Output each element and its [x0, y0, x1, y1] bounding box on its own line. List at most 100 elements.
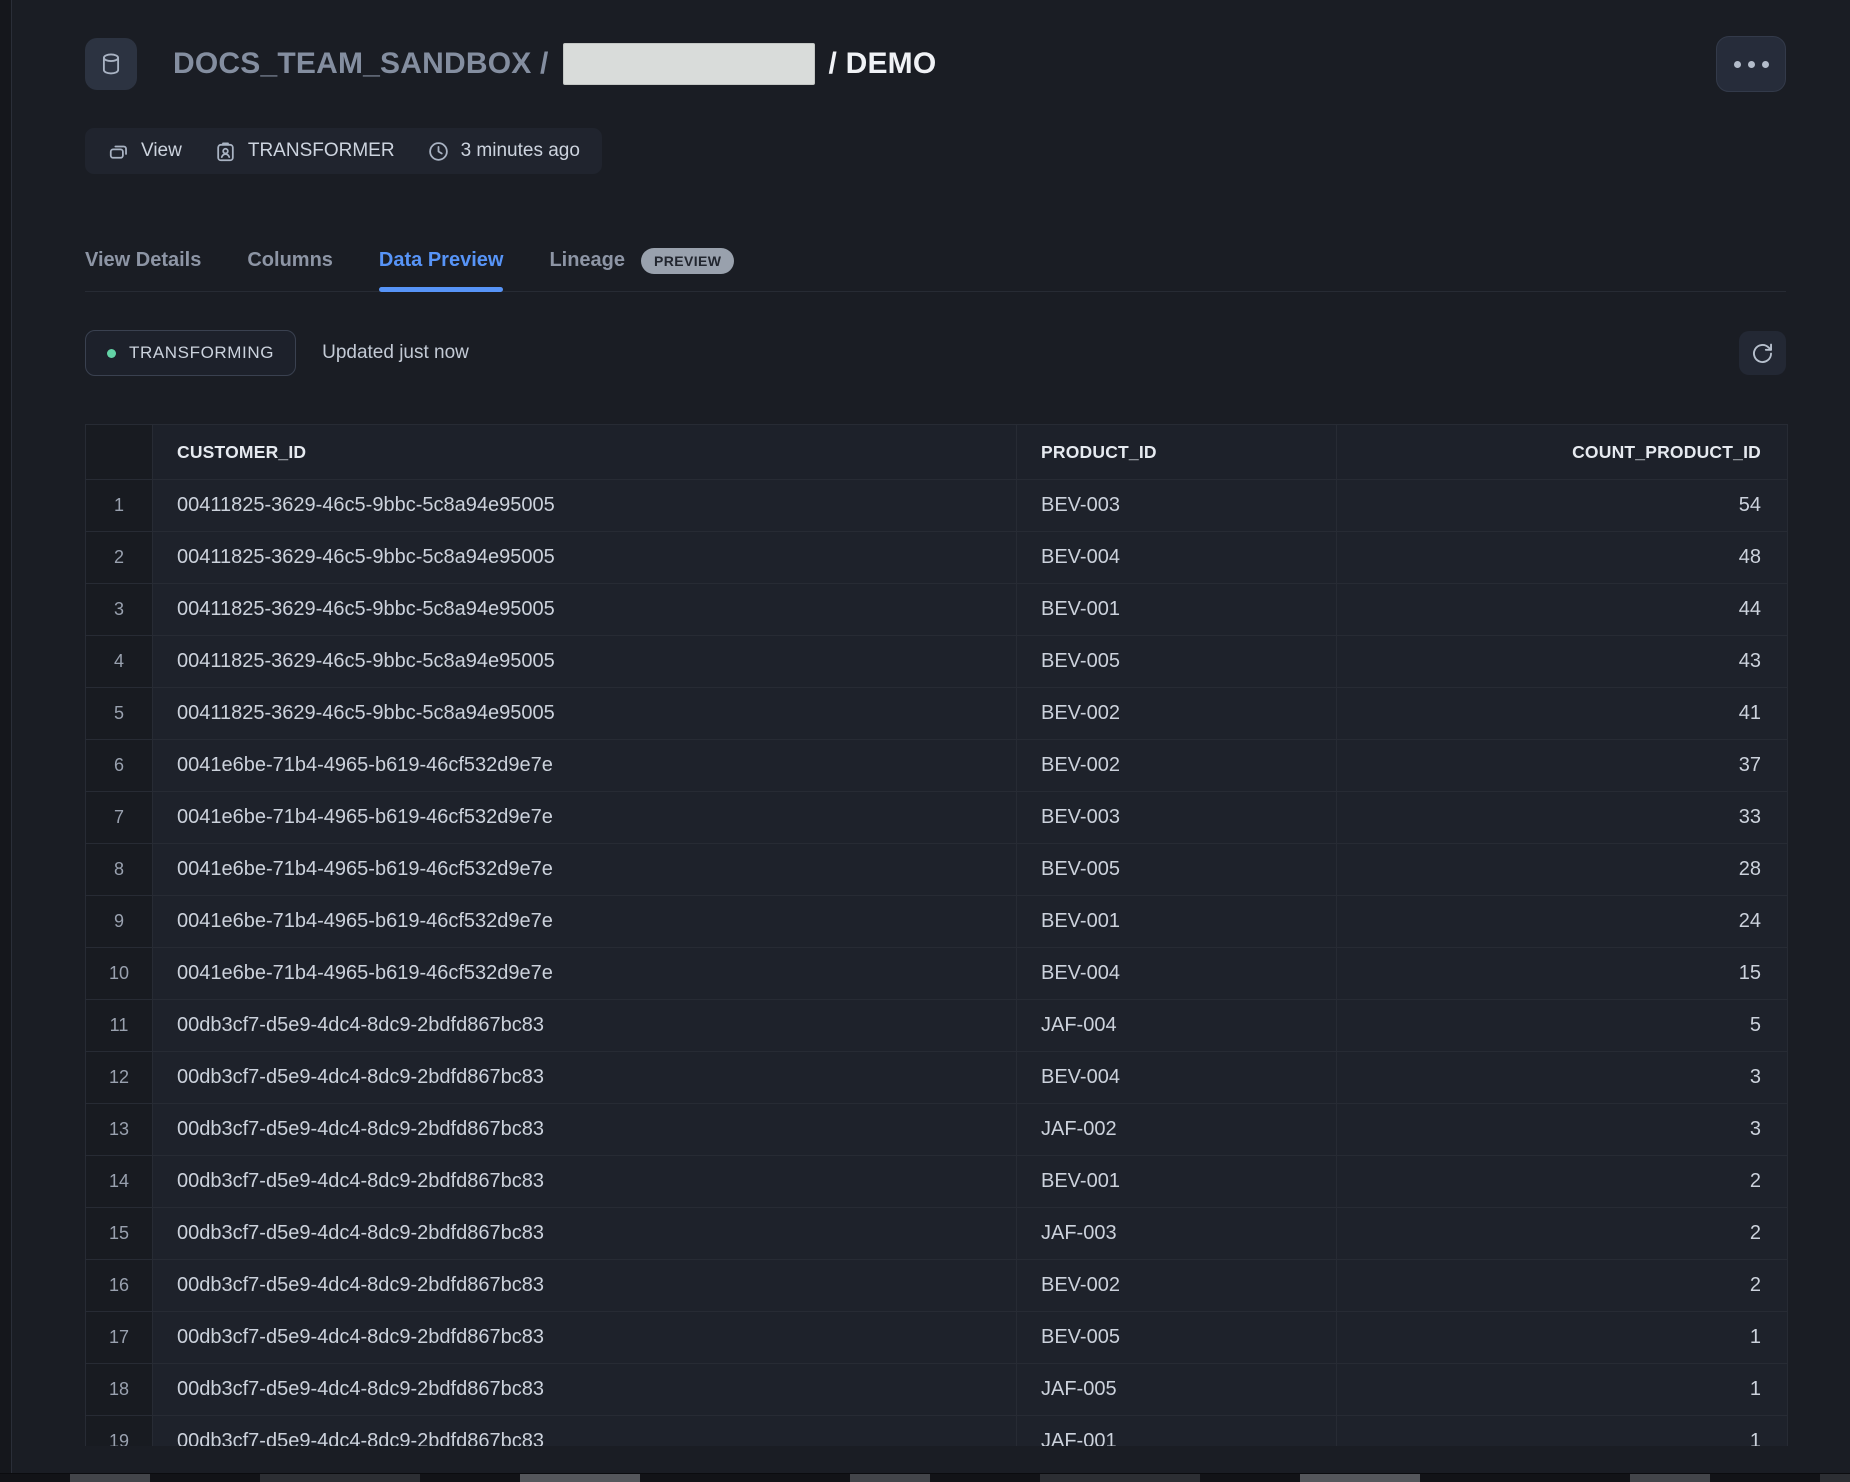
count-product-id-cell: 41: [1337, 688, 1787, 740]
table-row[interactable]: 16 00db3cf7-d5e9-4dc4-8dc9-2bdfd867bc83 …: [86, 1260, 1787, 1312]
row-number-cell: 1: [86, 480, 153, 532]
status-dot-icon: [107, 349, 116, 358]
lineage-preview-badge: PREVIEW: [641, 248, 734, 274]
product-id-cell: BEV-001: [1017, 1156, 1337, 1208]
table-row[interactable]: 9 0041e6be-71b4-4965-b619-46cf532d9e7e B…: [86, 896, 1787, 948]
database-icon: [97, 50, 125, 78]
product-id-cell: JAF-003: [1017, 1208, 1337, 1260]
count-product-id-cell: 2: [1337, 1156, 1787, 1208]
customer-id-cell: 00411825-3629-46c5-9bbc-5c8a94e95005: [153, 636, 1017, 688]
column-header-product-id[interactable]: PRODUCT_ID: [1017, 425, 1337, 480]
count-product-id-cell: 37: [1337, 740, 1787, 792]
column-header-count-product-id[interactable]: COUNT_PRODUCT_ID: [1337, 425, 1787, 480]
customer-id-cell: 0041e6be-71b4-4965-b619-46cf532d9e7e: [153, 740, 1017, 792]
count-product-id-cell: 1: [1337, 1416, 1787, 1446]
table-row[interactable]: 15 00db3cf7-d5e9-4dc4-8dc9-2bdfd867bc83 …: [86, 1208, 1787, 1260]
table-row[interactable]: 13 00db3cf7-d5e9-4dc4-8dc9-2bdfd867bc83 …: [86, 1104, 1787, 1156]
object-type-badge: View: [107, 140, 182, 163]
table-row[interactable]: 18 00db3cf7-d5e9-4dc4-8dc9-2bdfd867bc83 …: [86, 1364, 1787, 1416]
product-id-cell: JAF-004: [1017, 1000, 1337, 1052]
count-product-id-cell: 24: [1337, 896, 1787, 948]
count-product-id-cell: 28: [1337, 844, 1787, 896]
table-row[interactable]: 11 00db3cf7-d5e9-4dc4-8dc9-2bdfd867bc83 …: [86, 1000, 1787, 1052]
table-row[interactable]: 1 00411825-3629-46c5-9bbc-5c8a94e95005 B…: [86, 480, 1787, 532]
breadcrumb-prefix: DOCS_TEAM_SANDBOX /: [173, 47, 549, 81]
last-updated-badge: 3 minutes ago: [427, 140, 580, 163]
row-number-header: [86, 425, 153, 480]
customer-id-cell: 00db3cf7-d5e9-4dc4-8dc9-2bdfd867bc83: [153, 1260, 1017, 1312]
tab-data-preview[interactable]: Data Preview: [379, 230, 504, 291]
product-id-cell: JAF-002: [1017, 1104, 1337, 1156]
role-card-icon: [214, 140, 237, 163]
product-id-cell: BEV-002: [1017, 740, 1337, 792]
table-body: 1 00411825-3629-46c5-9bbc-5c8a94e95005 B…: [86, 480, 1787, 1446]
refresh-status-row: TRANSFORMING Updated just now: [85, 330, 1786, 376]
row-number-cell: 2: [86, 532, 153, 584]
ellipsis-icon: [1734, 61, 1741, 68]
customer-id-cell: 00db3cf7-d5e9-4dc4-8dc9-2bdfd867bc83: [153, 1416, 1017, 1446]
transforming-status-badge: TRANSFORMING: [85, 330, 296, 376]
breadcrumb: DOCS_TEAM_SANDBOX / / DEMO: [173, 43, 936, 85]
owner-role-label: TRANSFORMER: [248, 140, 395, 162]
count-product-id-cell: 2: [1337, 1208, 1787, 1260]
breadcrumb-object-name: / DEMO: [829, 47, 937, 81]
count-product-id-cell: 43: [1337, 636, 1787, 688]
table-row[interactable]: 10 0041e6be-71b4-4965-b619-46cf532d9e7e …: [86, 948, 1787, 1000]
row-number-cell: 18: [86, 1364, 153, 1416]
row-number-cell: 11: [86, 1000, 153, 1052]
row-number-cell: 10: [86, 948, 153, 1000]
table-row[interactable]: 19 00db3cf7-d5e9-4dc4-8dc9-2bdfd867bc83 …: [86, 1416, 1787, 1446]
column-header-customer-id[interactable]: CUSTOMER_ID: [153, 425, 1017, 480]
row-number-cell: 16: [86, 1260, 153, 1312]
row-number-cell: 3: [86, 584, 153, 636]
left-panel-edge: [0, 0, 12, 1482]
tab-view-details[interactable]: View Details: [85, 230, 201, 291]
count-product-id-cell: 3: [1337, 1104, 1787, 1156]
view-layers-icon: [107, 140, 130, 163]
customer-id-cell: 0041e6be-71b4-4965-b619-46cf532d9e7e: [153, 948, 1017, 1000]
row-number-cell: 7: [86, 792, 153, 844]
refresh-icon: [1750, 341, 1775, 366]
table-row[interactable]: 3 00411825-3629-46c5-9bbc-5c8a94e95005 B…: [86, 584, 1787, 636]
data-preview-grid: CUSTOMER_ID PRODUCT_ID COUNT_PRODUCT_ID …: [85, 424, 1788, 1446]
table-row[interactable]: 7 0041e6be-71b4-4965-b619-46cf532d9e7e B…: [86, 792, 1787, 844]
product-id-cell: BEV-004: [1017, 1052, 1337, 1104]
table-row[interactable]: 5 00411825-3629-46c5-9bbc-5c8a94e95005 B…: [86, 688, 1787, 740]
table-row[interactable]: 14 00db3cf7-d5e9-4dc4-8dc9-2bdfd867bc83 …: [86, 1156, 1787, 1208]
more-actions-button[interactable]: [1716, 36, 1786, 92]
product-id-cell: BEV-005: [1017, 636, 1337, 688]
tab-columns[interactable]: Columns: [247, 230, 333, 291]
table-row[interactable]: 17 00db3cf7-d5e9-4dc4-8dc9-2bdfd867bc83 …: [86, 1312, 1787, 1364]
count-product-id-cell: 2: [1337, 1260, 1787, 1312]
customer-id-cell: 00db3cf7-d5e9-4dc4-8dc9-2bdfd867bc83: [153, 1000, 1017, 1052]
count-product-id-cell: 15: [1337, 948, 1787, 1000]
table-row[interactable]: 4 00411825-3629-46c5-9bbc-5c8a94e95005 B…: [86, 636, 1787, 688]
table-row[interactable]: 8 0041e6be-71b4-4965-b619-46cf532d9e7e B…: [86, 844, 1787, 896]
horizontal-scrollbar[interactable]: [0, 1473, 1850, 1482]
last-updated-label: 3 minutes ago: [461, 140, 580, 162]
data-preview-page: DOCS_TEAM_SANDBOX / / DEMO View: [0, 0, 1850, 1482]
product-id-cell: JAF-005: [1017, 1364, 1337, 1416]
product-id-cell: BEV-003: [1017, 480, 1337, 532]
count-product-id-cell: 54: [1337, 480, 1787, 532]
row-number-cell: 12: [86, 1052, 153, 1104]
product-id-cell: BEV-005: [1017, 844, 1337, 896]
database-object-tile: [85, 38, 137, 90]
customer-id-cell: 00411825-3629-46c5-9bbc-5c8a94e95005: [153, 532, 1017, 584]
row-number-cell: 19: [86, 1416, 153, 1446]
customer-id-cell: 0041e6be-71b4-4965-b619-46cf532d9e7e: [153, 792, 1017, 844]
customer-id-cell: 0041e6be-71b4-4965-b619-46cf532d9e7e: [153, 896, 1017, 948]
customer-id-cell: 0041e6be-71b4-4965-b619-46cf532d9e7e: [153, 844, 1017, 896]
table-row[interactable]: 12 00db3cf7-d5e9-4dc4-8dc9-2bdfd867bc83 …: [86, 1052, 1787, 1104]
object-header: DOCS_TEAM_SANDBOX / / DEMO: [85, 36, 1786, 92]
tab-lineage[interactable]: Lineage PREVIEW: [549, 230, 734, 291]
refresh-button[interactable]: [1739, 331, 1786, 375]
row-number-cell: 14: [86, 1156, 153, 1208]
row-number-cell: 5: [86, 688, 153, 740]
table-row[interactable]: 6 0041e6be-71b4-4965-b619-46cf532d9e7e B…: [86, 740, 1787, 792]
row-number-cell: 6: [86, 740, 153, 792]
table-row[interactable]: 2 00411825-3629-46c5-9bbc-5c8a94e95005 B…: [86, 532, 1787, 584]
count-product-id-cell: 48: [1337, 532, 1787, 584]
product-id-cell: BEV-002: [1017, 688, 1337, 740]
product-id-cell: BEV-005: [1017, 1312, 1337, 1364]
